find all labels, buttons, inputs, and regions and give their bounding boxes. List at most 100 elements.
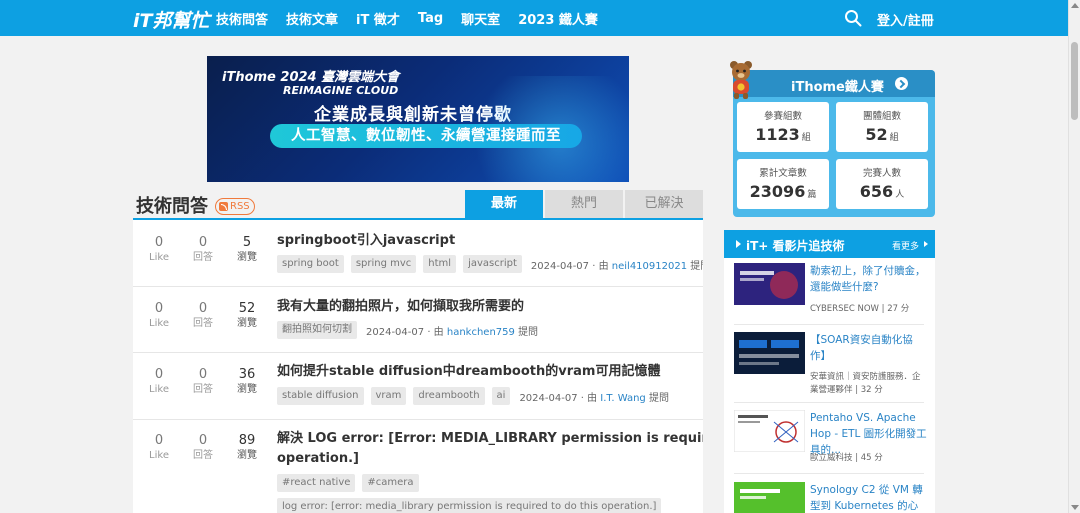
ironman-stat-box: 團體組數 52 組 — [836, 102, 928, 152]
see-more-link[interactable]: 看更多 — [892, 239, 919, 252]
scroll-up-icon[interactable] — [1071, 3, 1079, 8]
video-title-link[interactable]: Synology C2 從 VM 轉型到 Kubernetes 的心得分... — [810, 482, 928, 513]
like-count: 0 — [154, 367, 164, 382]
video-item[interactable]: 勒索初上，除了付贖金，還能做些什麼? CYBERSEC NOW | 27 分 — [734, 263, 926, 325]
view-stat: 5 瀏覽 — [227, 235, 267, 265]
stat-label: 累計文章數 — [759, 168, 807, 179]
tag-chip[interactable]: #camera — [362, 474, 419, 492]
site-logo[interactable]: iT邦幫忙 — [133, 6, 209, 33]
nav-link-ironman[interactable]: 2023 鐵人賽 — [518, 9, 598, 28]
by-prefix: · 由 — [427, 326, 444, 338]
answer-label: 回答 — [193, 252, 213, 263]
by-prefix: · 由 — [580, 392, 598, 404]
tag-chip[interactable]: spring mvc — [350, 255, 417, 273]
stat-unit: 組 — [889, 133, 899, 143]
author-link[interactable]: hankchen759 — [447, 327, 515, 338]
tab-solved[interactable]: 已解決 — [625, 190, 703, 218]
view-count: 89 — [238, 433, 256, 448]
video-thumbnail[interactable] — [734, 482, 805, 513]
login-register-link[interactable]: 登入/註冊 — [877, 10, 934, 29]
tag-chip[interactable]: spring boot — [277, 255, 344, 273]
stat-value-wrap: 52 組 — [836, 125, 928, 144]
stat-value: 656 — [859, 182, 894, 201]
tag-chip[interactable]: 翻拍照如何切割 — [277, 321, 357, 339]
like-count: 0 — [154, 235, 164, 250]
question-meta: #react native #camera — [277, 474, 426, 492]
nav-link-jobs[interactable]: iT 徵才 — [356, 9, 400, 28]
tag-chip[interactable]: stable diffusion — [277, 387, 364, 405]
video-thumbnail[interactable] — [734, 332, 805, 374]
author-link[interactable]: neil410912021 — [612, 261, 687, 272]
video-item[interactable]: Synology C2 從 VM 轉型到 Kubernetes 的心得分... — [734, 482, 924, 513]
tag-chip[interactable]: javascript — [463, 255, 522, 273]
question-title-link[interactable]: 如何提升stable diffusion中dreambooth的vram可用記憶… — [277, 362, 660, 382]
ironman-title[interactable]: iThome鐵人賽 — [791, 76, 884, 95]
asked-suffix: 提問 — [690, 260, 703, 272]
tab-latest[interactable]: 最新 — [465, 190, 543, 218]
answer-count: 0 — [198, 433, 208, 448]
answer-stat: 0 回答 — [183, 301, 223, 331]
stat-value-wrap: 656 人 — [836, 182, 928, 201]
question-row: 0 Like 0 回答 5 瀏覽 springboot引入javascript … — [133, 220, 703, 287]
answer-stat: 0 回答 — [183, 235, 223, 265]
answer-label: 回答 — [193, 450, 213, 461]
question-date: 2024-04-07 — [366, 326, 425, 338]
video-item[interactable]: Pentaho VS. Apache Hop - ETL 圖形化開發工具的...… — [734, 410, 927, 474]
tag-chip[interactable]: log error: [error: media_library permiss… — [277, 498, 662, 513]
tag-chip[interactable]: #react native — [277, 474, 356, 492]
video-thumbnail[interactable] — [734, 263, 805, 305]
search-icon[interactable] — [844, 9, 862, 27]
video-source: CYBERSEC NOW | 27 分 — [810, 304, 910, 314]
ironman-stats-card[interactable]: iThome鐵人賽 參賽組數 1123 組 團體組數 52 組 累計文章數 2309… — [733, 70, 935, 217]
tag-chip[interactable]: html — [423, 255, 457, 273]
question-info: 2024-04-07 · 由 I.T. Wang 提問 — [519, 389, 669, 404]
nav-link-chat[interactable]: 聊天室 — [461, 9, 500, 28]
ironman-stat-box: 參賽組數 1123 組 — [737, 102, 829, 152]
view-stat: 52 瀏覽 — [227, 301, 267, 331]
question-row: 0 Like 0 回答 52 瀏覽 我有大量的翻拍照片，如何擷取我所需要的 翻拍… — [133, 287, 703, 353]
nav-link-articles[interactable]: 技術文章 — [286, 9, 338, 28]
stat-label: 參賽組數 — [763, 111, 802, 122]
video-title-link[interactable]: Pentaho VS. Apache Hop - ETL 圖形化開發工具的... — [810, 410, 928, 458]
like-stat: 0 Like — [139, 301, 179, 331]
nav-link-questions[interactable]: 技術問答 — [216, 9, 268, 28]
stat-value: 52 — [865, 125, 888, 144]
view-stat: 36 瀏覽 — [227, 367, 267, 397]
video-item[interactable]: 【SOAR資安自動化協作】 安華資訊｜資安防護服務．企業營運夥伴 | 32 分 — [734, 332, 924, 403]
question-meta: spring boot spring mvc html javascript 2… — [277, 255, 703, 273]
mascot-icon — [730, 61, 752, 99]
video-title-link[interactable]: 【SOAR資安自動化協作】 — [810, 332, 928, 364]
question-meta: log error: [error: media_library permiss… — [277, 498, 668, 513]
video-section-title: iT+ 看影片追技術 — [746, 239, 845, 253]
question-title-link[interactable]: 我有大量的翻拍照片，如何擷取我所需要的 — [277, 297, 524, 317]
rss-badge[interactable]: RSS — [215, 198, 255, 215]
nav-link-tag[interactable]: Tag — [418, 11, 443, 26]
video-thumbnail[interactable] — [734, 410, 805, 452]
banner-ad[interactable]: iThome 2024 臺灣雲端大會 REIMAGINE CLOUD 企業成長與… — [207, 56, 629, 182]
tab-popular[interactable]: 熱門 — [545, 190, 623, 218]
scroll-thumb[interactable] — [1071, 42, 1078, 120]
question-meta: stable diffusion vram dreambooth ai 2024… — [277, 387, 669, 405]
like-stat: 0 Like — [139, 433, 179, 463]
like-stat: 0 Like — [139, 235, 179, 265]
play-icon — [736, 240, 741, 248]
tag-chip[interactable]: vram — [370, 387, 407, 405]
tag-chip[interactable]: dreambooth — [413, 387, 485, 405]
rss-icon — [219, 202, 228, 211]
stat-label: 團體組數 — [862, 111, 901, 122]
page-scrollbar[interactable] — [1068, 0, 1080, 513]
arrow-right-icon[interactable] — [895, 77, 908, 90]
like-count: 0 — [154, 301, 164, 316]
question-title-link[interactable]: springboot引入javascript — [277, 231, 455, 251]
video-title-link[interactable]: 勒索初上，除了付贖金，還能做些什麼? — [810, 263, 928, 295]
question-meta: 翻拍照如何切割 2024-04-07 · 由 hankchen759 提問 — [277, 321, 538, 339]
section-title: 技術問答 — [136, 196, 208, 217]
video-source: 安華資訊｜資安防護服務．企業營運夥伴 | 32 分 — [810, 372, 921, 395]
author-link[interactable]: I.T. Wang — [600, 393, 645, 404]
scroll-down-icon[interactable] — [1071, 505, 1079, 510]
question-title-link[interactable]: 解決 LOG error: [Error: MEDIA_LIBRARY perm… — [277, 429, 703, 469]
chevron-right-icon[interactable] — [924, 241, 928, 247]
tag-chip[interactable]: ai — [491, 387, 511, 405]
video-source: 歐立威科技 | 45 分 — [810, 453, 883, 463]
stat-unit: 篇 — [807, 190, 817, 200]
